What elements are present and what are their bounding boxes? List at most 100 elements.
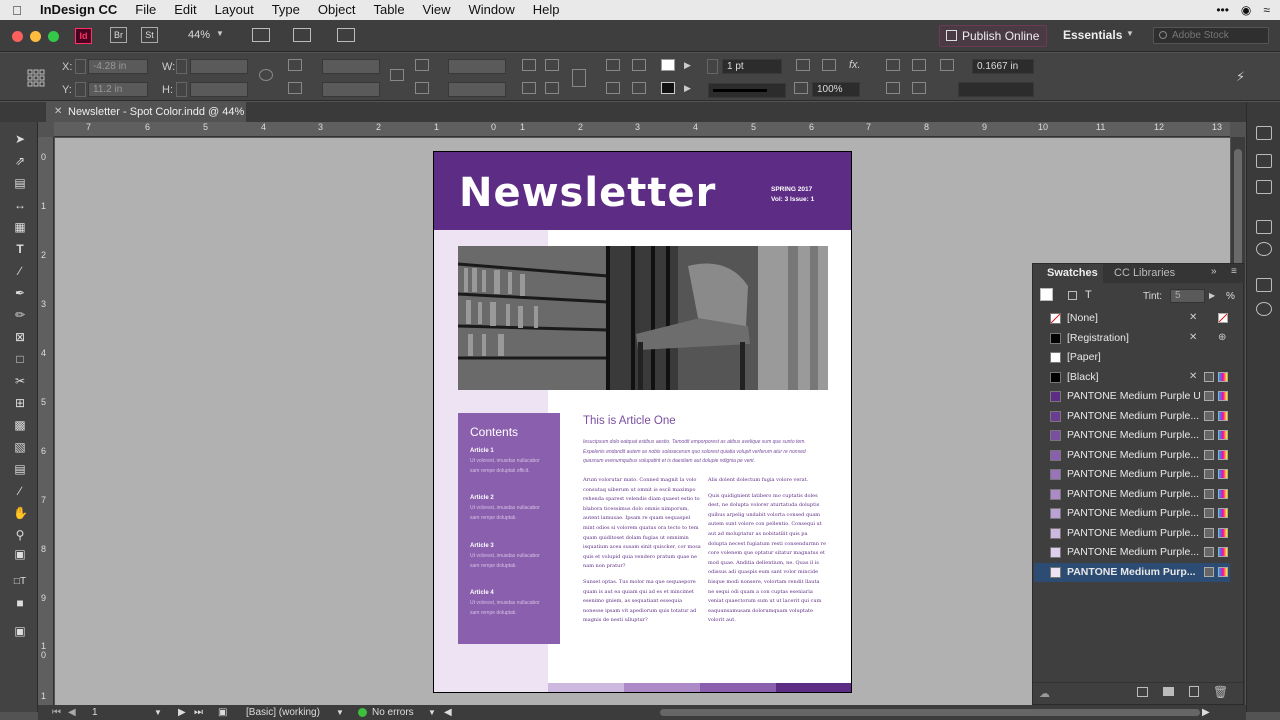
- issue-season[interactable]: SPRING 2017: [771, 186, 812, 193]
- menu-file[interactable]: File: [126, 0, 165, 20]
- footer-color-block[interactable]: [700, 683, 776, 692]
- note-tool-icon[interactable]: ▤: [13, 462, 27, 476]
- shear-field[interactable]: [448, 82, 506, 97]
- stroke-swatch[interactable]: [661, 82, 675, 94]
- panel-menu-icon[interactable]: ≡: [1231, 266, 1237, 277]
- frame-inset-field[interactable]: 0.1667 in: [972, 59, 1034, 74]
- fit-frame-icon[interactable]: [796, 59, 810, 71]
- footer-color-block[interactable]: [776, 683, 851, 692]
- content-collector-icon[interactable]: ▦: [13, 220, 27, 234]
- flip-horizontal-icon[interactable]: [522, 82, 536, 94]
- fill-menu-icon[interactable]: ▶: [684, 60, 691, 71]
- profile-dropdown-icon[interactable]: ▼: [336, 705, 344, 720]
- stroke-menu-icon[interactable]: ▶: [684, 83, 691, 94]
- swatch-row[interactable]: [Paper]: [1034, 348, 1230, 367]
- scissors-tool-icon[interactable]: ✂: [13, 374, 27, 388]
- collapse-panel-icon[interactable]: »: [1211, 266, 1217, 277]
- scrollbar-thumb[interactable]: [1234, 149, 1242, 269]
- newsletter-title[interactable]: Newsletter: [459, 170, 716, 216]
- article-one-column-right[interactable]: Alis dolent dolectum fugia volore verat.…: [708, 476, 827, 632]
- close-tab-icon[interactable]: ✕: [54, 102, 62, 122]
- bridge-button[interactable]: Br: [110, 27, 127, 43]
- cc-libraries-panel-icon[interactable]: [1256, 302, 1272, 316]
- menu-window[interactable]: Window: [460, 0, 524, 20]
- minimize-window-button[interactable]: [30, 31, 41, 42]
- color-panel-icon[interactable]: [1256, 242, 1272, 256]
- menu-view[interactable]: View: [414, 0, 460, 20]
- footer-color-block[interactable]: [548, 683, 624, 692]
- menu-help[interactable]: Help: [524, 0, 569, 20]
- toc-article-heading[interactable]: Article 1: [470, 448, 494, 454]
- preflight-dropdown-icon[interactable]: ▼: [428, 705, 436, 720]
- rotate-ccw-icon[interactable]: [545, 59, 559, 71]
- text-wrap-icon[interactable]: [886, 59, 900, 71]
- masthead[interactable]: Newsletter SPRING 2017 Vol: 3 Issue: 1: [434, 152, 851, 230]
- cloud-sync-icon[interactable]: ☁: [1039, 687, 1050, 700]
- effects-icon[interactable]: fx.: [849, 59, 861, 71]
- scale-x-field[interactable]: [322, 59, 380, 74]
- stroke-weight-field[interactable]: 1 pt: [722, 59, 782, 74]
- library-photo[interactable]: [458, 246, 828, 390]
- content-fit-icon[interactable]: [912, 82, 926, 94]
- line-tool-icon[interactable]: ∕: [13, 264, 27, 278]
- pages-panel-icon[interactable]: [1256, 126, 1272, 140]
- text-wrap-around-icon[interactable]: [912, 59, 926, 71]
- select-content-icon[interactable]: [632, 59, 646, 71]
- swatch-row[interactable]: PANTONE Medium Purple...: [1034, 465, 1230, 484]
- swatch-row[interactable]: [Registration] ✕ ⊕: [1034, 329, 1230, 348]
- rotation-angle-icon[interactable]: [415, 59, 429, 71]
- fitting-icon[interactable]: [886, 82, 900, 94]
- free-transform-tool-icon[interactable]: ⊞: [13, 396, 27, 410]
- last-page-icon[interactable]: ⏭: [194, 705, 203, 720]
- rectangle-frame-tool-icon[interactable]: ⊠: [13, 330, 27, 344]
- h-field[interactable]: [190, 82, 248, 97]
- page-dropdown-icon[interactable]: ▼: [154, 705, 162, 720]
- toc-article-body[interactable]: Ut volorest, imusdas nullacabor sam remp…: [470, 552, 542, 571]
- page-number-field[interactable]: 1: [92, 705, 98, 720]
- swatch-row-selected[interactable]: PANTONE Medium Purp...: [1034, 563, 1230, 582]
- previous-page-icon[interactable]: ◀: [68, 705, 76, 720]
- footer-color-block[interactable]: [624, 683, 700, 692]
- pencil-tool-icon[interactable]: ✏: [13, 308, 27, 322]
- preflight-profile[interactable]: [Basic] (working): [246, 705, 320, 720]
- preflight-errors[interactable]: No errors: [372, 705, 414, 720]
- x-field[interactable]: -4.28 in: [88, 59, 148, 74]
- tab-cc-libraries[interactable]: CC Libraries: [1114, 264, 1175, 283]
- stroke-type-dropdown[interactable]: [708, 83, 786, 98]
- zoom-window-button[interactable]: [48, 31, 59, 42]
- zoom-level[interactable]: 44%: [188, 29, 210, 41]
- eyedropper-tool-icon[interactable]: ∕: [13, 484, 27, 498]
- issue-volume[interactable]: Vol: 3 Issue: 1: [771, 196, 814, 203]
- toc-article-heading[interactable]: Article 4: [470, 590, 494, 596]
- apply-color-icon[interactable]: ■: [13, 596, 27, 610]
- new-color-group-icon[interactable]: [1163, 687, 1174, 696]
- zoom-tool-icon[interactable]: ⚲: [13, 528, 27, 542]
- swatch-row[interactable]: PANTONE Medium Purple...: [1034, 504, 1230, 523]
- publish-online-button[interactable]: Publish Online: [939, 25, 1047, 47]
- rotate-cw-icon[interactable]: [522, 59, 536, 71]
- apple-menu-icon[interactable]: : [0, 3, 34, 18]
- rotation-field[interactable]: [448, 59, 506, 74]
- open-page-icon[interactable]: ▣: [218, 705, 227, 720]
- more-icon[interactable]: •••: [1216, 3, 1229, 17]
- select-container-icon[interactable]: [606, 59, 620, 71]
- swatch-row[interactable]: PANTONE Medium Purple...: [1034, 485, 1230, 504]
- zoom-dropdown-icon[interactable]: ▼: [216, 29, 224, 38]
- selection-tool-icon[interactable]: ➤: [13, 132, 27, 146]
- links-panel-icon[interactable]: [1256, 180, 1272, 194]
- gap-tool-icon[interactable]: ↔: [13, 198, 27, 212]
- flip-vertical-icon[interactable]: [545, 82, 559, 94]
- arrange-documents-icon[interactable]: [337, 28, 355, 42]
- swatch-row[interactable]: [Black] ✕: [1034, 368, 1230, 387]
- page-tool-icon[interactable]: ▤: [13, 176, 27, 190]
- select-previous-icon[interactable]: [606, 82, 620, 94]
- toc-article-body[interactable]: Ut volorest, imusdas nullacabor sam remp…: [470, 504, 542, 523]
- y-stepper[interactable]: [75, 82, 86, 97]
- object-style-dropdown[interactable]: [958, 82, 1034, 97]
- swatches-panel-icon[interactable]: [1256, 278, 1272, 292]
- scroll-left-icon[interactable]: ◀: [444, 705, 452, 720]
- swatch-row[interactable]: PANTONE Medium Purple...: [1034, 543, 1230, 562]
- fill-swatch[interactable]: [661, 59, 675, 71]
- toc-article-body[interactable]: Ut volorest, imusdas nullacabor sam remp…: [470, 599, 542, 618]
- swatch-row[interactable]: PANTONE Medium Purple...: [1034, 446, 1230, 465]
